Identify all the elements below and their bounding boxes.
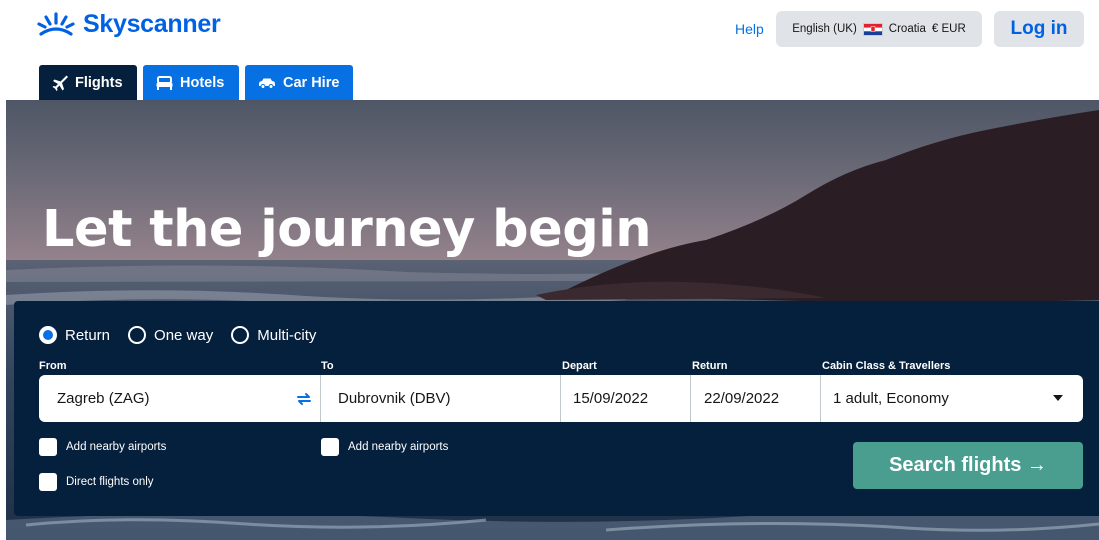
flight-search-panel: Return One way Multi-city From To Depart…	[14, 301, 1099, 516]
country-label: Croatia	[888, 23, 926, 35]
top-header: Skyscanner Help English (UK) Croatia € E…	[0, 0, 1099, 60]
nearby-airports-from-label: Add nearby airports	[66, 441, 167, 453]
cabin-label: Cabin Class & Travellers	[822, 360, 951, 372]
radio-multi-city[interactable]	[231, 326, 250, 344]
to-value: Dubrovnik (DBV)	[338, 390, 451, 407]
radio-one-way[interactable]	[128, 326, 147, 344]
plane-icon	[52, 75, 68, 91]
depart-value: 15/09/2022	[573, 390, 649, 407]
nearby-airports-from-option[interactable]: Add nearby airports	[39, 438, 166, 456]
trip-type-multi-city-label: Multi-city	[257, 326, 317, 344]
locale-button[interactable]: English (UK) Croatia € EUR	[776, 11, 982, 47]
nearby-airports-from-checkbox[interactable]	[39, 438, 57, 456]
tab-car-hire[interactable]: Car Hire	[245, 65, 353, 100]
help-link[interactable]: Help	[735, 21, 764, 37]
skyscanner-logo[interactable]: Skyscanner	[37, 10, 221, 39]
tab-hotels[interactable]: Hotels	[143, 65, 239, 100]
return-date-field[interactable]: 22/09/2022	[691, 375, 821, 422]
nearby-airports-to-option[interactable]: Add nearby airports	[321, 438, 448, 456]
brand-name: Skyscanner	[83, 10, 221, 38]
product-tabs: Flights Hotels Car Hire	[39, 65, 353, 100]
trip-type-multi-city[interactable]: Multi-city	[231, 326, 316, 344]
direct-flights-label: Direct flights only	[66, 476, 154, 488]
return-label: Return	[692, 360, 728, 372]
login-button[interactable]: Log in	[994, 11, 1084, 47]
croatia-flag-icon	[862, 22, 883, 36]
trip-type-one-way[interactable]: One way	[128, 326, 213, 344]
direct-flights-option[interactable]: Direct flights only	[39, 473, 154, 491]
depart-label: Depart	[562, 360, 597, 372]
trip-type-selector: Return One way Multi-city	[39, 326, 316, 344]
cabin-travellers-field[interactable]: 1 adult, Economy	[821, 375, 1083, 422]
trip-type-one-way-label: One way	[154, 326, 214, 344]
tab-hotels-label: Hotels	[180, 74, 225, 91]
from-label: From	[39, 360, 67, 372]
chevron-down-icon	[1053, 395, 1063, 401]
trip-type-return-label: Return	[65, 326, 111, 344]
nearby-airports-to-checkbox[interactable]	[321, 438, 339, 456]
car-icon	[259, 78, 275, 89]
to-label: To	[321, 360, 334, 372]
cabin-value: 1 adult, Economy	[833, 390, 949, 407]
tab-flights-label: Flights	[75, 74, 123, 91]
hero-title: Let the journey begin	[42, 200, 652, 259]
swap-icon[interactable]	[294, 389, 314, 409]
from-field[interactable]: Zagreb (ZAG)	[39, 375, 321, 422]
tab-car-hire-label: Car Hire	[283, 74, 340, 91]
return-value: 22/09/2022	[704, 390, 780, 407]
tab-flights[interactable]: Flights	[39, 65, 137, 100]
to-field[interactable]: Dubrovnik (DBV)	[321, 375, 561, 422]
trip-type-return[interactable]: Return	[39, 326, 110, 344]
search-flights-button[interactable]: Search flights →	[853, 442, 1083, 489]
sunrise-logo-icon	[37, 11, 75, 36]
search-fields: Zagreb (ZAG) Dubrovnik (DBV) 15/09/2022 …	[39, 375, 1083, 422]
nearby-airports-to-label: Add nearby airports	[348, 441, 449, 453]
currency-label: € EUR	[931, 23, 966, 35]
language-label: English (UK)	[792, 23, 857, 35]
bed-icon	[156, 75, 173, 90]
radio-return[interactable]	[39, 326, 57, 344]
from-value: Zagreb (ZAG)	[57, 390, 150, 407]
depart-date-field[interactable]: 15/09/2022	[561, 375, 691, 422]
direct-flights-checkbox[interactable]	[39, 473, 57, 491]
